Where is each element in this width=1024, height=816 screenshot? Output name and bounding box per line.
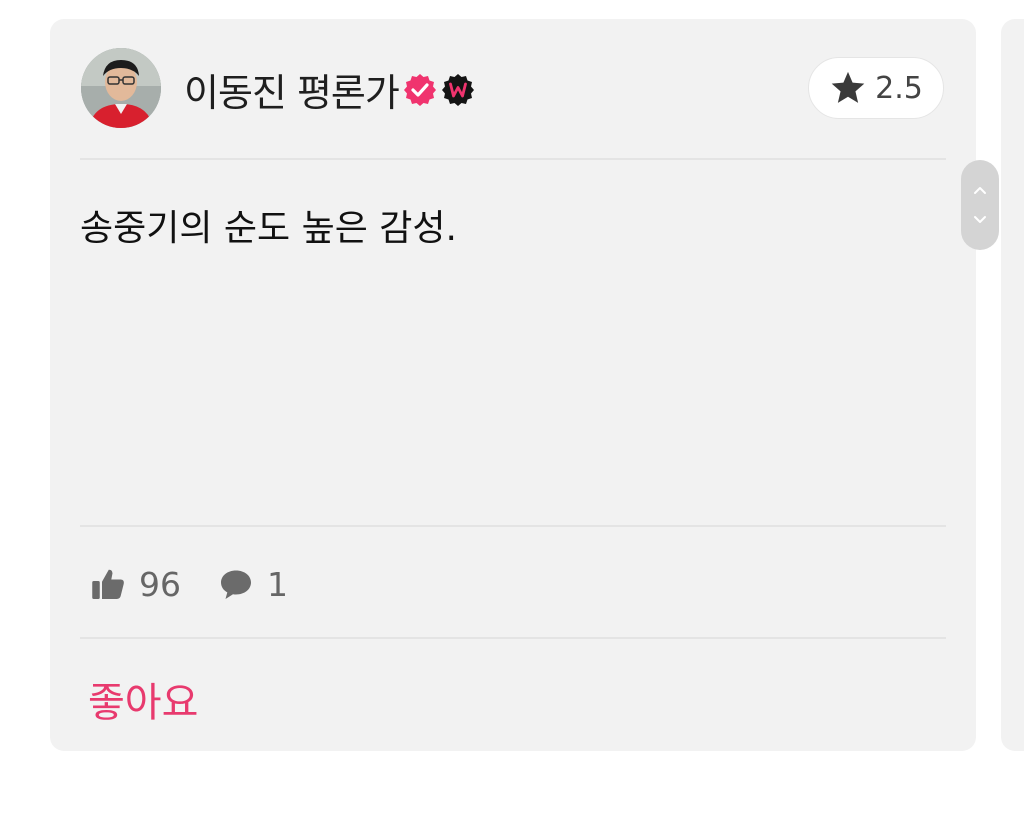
star-icon [831,71,865,103]
likes-count: 96 [139,564,181,604]
scrollbar[interactable] [961,160,999,250]
thumbs-up-icon [92,569,124,599]
avatar-image [81,48,161,128]
comment-bubble-icon [221,570,251,599]
header-divider [80,158,946,160]
rating-value: 2.5 [875,70,923,106]
next-review-card[interactable] [1001,19,1024,751]
author-row: 이동진 평론가 [184,65,475,115]
verified-check-icon [403,74,436,106]
watcha-w-icon [441,74,474,106]
rating-pill: 2.5 [808,57,944,119]
scroll-down-icon[interactable] [970,210,990,230]
review-text: 송중기의 순도 높은 감성. [80,208,457,249]
review-card[interactable]: 이동진 평론가 2.5 송중기의 순도 높은 감성. 96 1 좋아요 [50,19,999,751]
content-divider [80,525,946,527]
like-button[interactable]: 좋아요 [88,670,198,728]
author-name[interactable]: 이동진 평론가 [184,62,400,117]
scroll-up-icon[interactable] [970,180,990,200]
avatar[interactable] [81,48,161,128]
footer-divider [80,637,946,639]
review-stats: 96 1 [90,560,288,608]
comments-count: 1 [267,564,288,604]
